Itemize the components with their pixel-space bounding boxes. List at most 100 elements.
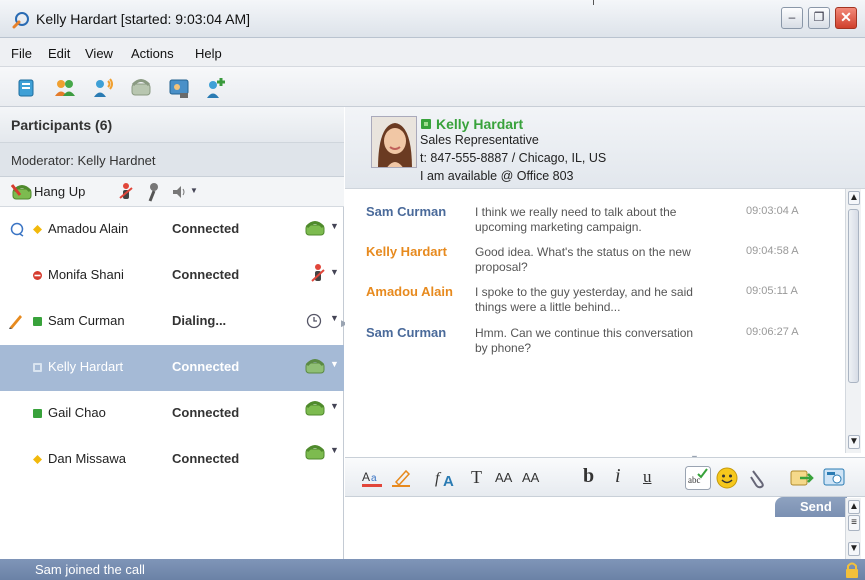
shrink-font-button[interactable]: AA [522, 470, 539, 485]
text-style-button[interactable]: T [471, 467, 482, 488]
font-icon[interactable]: f A [435, 466, 459, 490]
title-bar: Kelly Hardart [started: 9:03:04 AM] – ❐ … [0, 0, 865, 38]
svg-text:A: A [443, 473, 454, 490]
scroll-up-arrow[interactable]: ▲ [848, 500, 860, 514]
participant-status: Connected [172, 267, 240, 282]
row-menu-arrow[interactable]: ▼ [330, 267, 339, 277]
participant-row[interactable]: Gail Chao Connected ▼ [0, 391, 344, 437]
phone-connected-icon[interactable] [304, 399, 326, 417]
pencil-icon [9, 315, 22, 329]
participant-name: Sam Curman [48, 313, 125, 328]
participant-status: Connected [172, 359, 240, 374]
chat-bubble-icon [10, 222, 24, 237]
minimize-button[interactable]: – [781, 7, 803, 29]
participant-status: Connected [172, 405, 240, 420]
busy-status-icon [33, 271, 42, 280]
restore-button[interactable]: ❐ [808, 7, 830, 29]
menu-edit[interactable]: Edit [48, 46, 70, 61]
italic-button[interactable]: i [615, 465, 621, 488]
message-text: Hmm. Can we continue this conversation b… [475, 326, 694, 355]
message-input[interactable] [345, 498, 845, 559]
main-toolbar [0, 67, 865, 107]
phone-icon[interactable] [129, 76, 153, 100]
svg-text:a: a [371, 473, 377, 484]
participant-name: Kelly Hardart [48, 359, 124, 374]
contact-card: Kelly Hardart Sales Representative t: 84… [345, 107, 865, 189]
message-time: 09:04:58 A [746, 245, 799, 257]
scroll-thumb[interactable]: ≡ [848, 515, 860, 531]
text-color-icon[interactable]: Aa [362, 468, 384, 488]
call-person-icon[interactable] [91, 76, 115, 100]
menu-bar: File Edit View Actions Help [0, 38, 865, 67]
compose-scrollbar[interactable]: ▲ ≡ ▼ [845, 498, 861, 559]
muted-icon[interactable] [311, 263, 325, 285]
call-actions-bar: Hang Up ▼ [0, 177, 344, 207]
participant-row[interactable]: Monifa Shani Connected ▼ [0, 253, 344, 299]
screen-share-icon[interactable] [823, 467, 847, 489]
phone-connected-icon[interactable] [304, 357, 326, 375]
attachment-icon[interactable] [747, 467, 767, 489]
phone-connected-icon[interactable] [304, 443, 326, 461]
video-conference-icon[interactable] [167, 76, 191, 100]
participant-row[interactable]: Sam Curman Dialing... ▼ [0, 299, 344, 345]
volume-icon[interactable] [170, 183, 188, 201]
group-icon[interactable] [53, 76, 77, 100]
status-message: Sam joined the call [35, 562, 145, 577]
row-menu-arrow[interactable]: ▼ [330, 221, 339, 231]
participant-status: Connected [172, 221, 240, 236]
message-sender: Sam Curman [366, 325, 447, 340]
participants-title: Participants (6) [11, 117, 113, 133]
send-file-icon[interactable] [790, 467, 814, 489]
format-toolbar: Aa f A T AA AA b i u abc [345, 457, 865, 497]
participant-name: Dan Missawa [48, 451, 127, 466]
participant-status: Dialing... [172, 313, 227, 328]
volume-dropdown-arrow[interactable]: ▼ [190, 186, 198, 195]
row-menu-arrow[interactable]: ▼ [330, 401, 339, 411]
mute-icon[interactable] [119, 182, 133, 202]
available-status-icon [33, 317, 42, 326]
hang-up-icon[interactable] [11, 182, 33, 202]
microphone-icon[interactable] [146, 182, 160, 202]
away-diamond-icon [33, 225, 42, 234]
menu-actions[interactable]: Actions [131, 46, 174, 61]
message-time: 09:06:27 A [746, 326, 799, 338]
row-menu-arrow[interactable]: ▼ [330, 445, 339, 455]
menu-file[interactable]: File [11, 46, 32, 61]
title-tick [593, 0, 594, 5]
underline-button[interactable]: u [643, 467, 652, 487]
scroll-up-arrow[interactable]: ▲ [848, 191, 860, 205]
menu-view[interactable]: View [85, 46, 113, 61]
participant-row[interactable]: Kelly Hardart Connected ▼ [0, 345, 344, 391]
contact-phone: t: 847-555-8887 / Chicago, IL, US [420, 151, 607, 165]
highlight-icon[interactable] [392, 468, 412, 488]
bold-button[interactable]: b [583, 465, 594, 488]
participants-pane: Participants (6) Moderator: Kelly Hardne… [0, 107, 344, 559]
emoticon-icon[interactable] [715, 466, 739, 490]
grow-font-button[interactable]: AA [495, 470, 512, 485]
send-button[interactable]: Send [775, 497, 847, 517]
chat-scrollbar[interactable]: ▲ ▼ [845, 189, 861, 453]
scroll-down-arrow[interactable]: ▼ [848, 435, 860, 449]
directory-icon[interactable] [14, 76, 38, 100]
away-diamond-icon [33, 455, 42, 464]
close-button[interactable]: ✕ [835, 7, 857, 29]
moderator-label: Moderator: Kelly Hardnet [11, 153, 156, 168]
row-menu-arrow[interactable]: ▼ [330, 313, 339, 323]
contact-role: Sales Representative [420, 133, 539, 147]
message-sender: Amadou Alain [366, 284, 453, 299]
portrait-image [372, 117, 416, 167]
participant-row[interactable]: Dan Missawa Connected ▼ [0, 437, 344, 483]
add-person-icon[interactable] [204, 76, 228, 100]
participant-row[interactable]: Amadou Alain Connected ▼ [0, 207, 344, 253]
participants-header: Participants (6) [0, 107, 344, 143]
scroll-thumb[interactable] [848, 209, 859, 383]
message-sender: Kelly Hardart [366, 244, 447, 259]
chat-history: Sam Curman I think we really need to tal… [345, 189, 845, 453]
row-menu-arrow[interactable]: ▼ [330, 359, 339, 369]
spell-check-icon[interactable]: abc [685, 466, 711, 490]
scroll-down-arrow[interactable]: ▼ [848, 542, 860, 556]
phone-connected-icon[interactable] [304, 219, 326, 237]
clock-icon[interactable] [306, 313, 322, 329]
menu-help[interactable]: Help [195, 46, 222, 61]
hang-up-button[interactable]: Hang Up [34, 184, 85, 199]
